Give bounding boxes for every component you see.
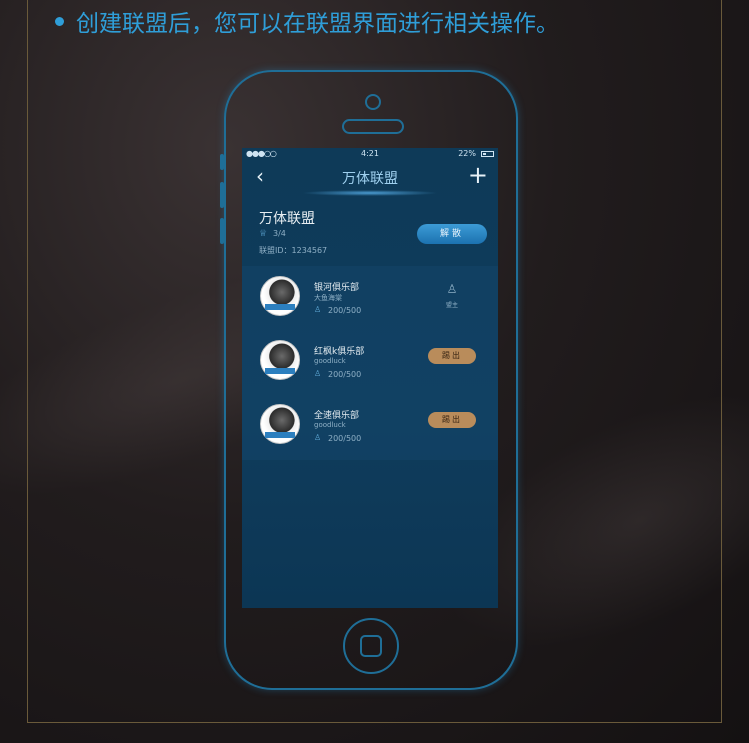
list-item[interactable]: 红枫k俱乐部 goodluck ♙ 200/500 踢出 bbox=[242, 330, 498, 394]
list-item[interactable]: 全速俱乐部 goodluck ♙ 200/500 踢出 bbox=[242, 394, 498, 458]
people-icon: ♙ bbox=[314, 433, 322, 442]
alliance-id: 联盟ID：1234567 bbox=[259, 246, 328, 255]
headline-text: 创建联盟后，您可以在联盟界面进行相关操作。 bbox=[76, 11, 559, 37]
club-avatar bbox=[260, 404, 300, 444]
home-button[interactable] bbox=[343, 618, 399, 674]
club-list: 银河俱乐部 大鱼海棠 ♙ 200/500 ♙ 盟主 红枫k俱乐部 goodluc… bbox=[242, 266, 498, 460]
club-member-count: 200/500 bbox=[328, 434, 362, 443]
battery-percent: 22% bbox=[458, 149, 476, 158]
kick-button[interactable]: 踢出 bbox=[428, 348, 476, 364]
club-avatar bbox=[260, 340, 300, 380]
status-bar: ●●●○○ 4:21 22% bbox=[242, 148, 498, 160]
nav-glow bbox=[302, 190, 438, 196]
club-name: 红枫k俱乐部 bbox=[314, 347, 365, 357]
bullet-icon bbox=[55, 16, 64, 26]
page-headline: 创建联盟后，您可以在联盟界面进行相关操作。 bbox=[55, 4, 559, 38]
volume-up-button bbox=[220, 182, 224, 208]
club-name: 全速俱乐部 bbox=[314, 411, 360, 421]
home-square-icon bbox=[360, 635, 382, 657]
club-member-count: 200/500 bbox=[328, 370, 362, 379]
alliance-name: 万体联盟 bbox=[259, 211, 315, 227]
club-owner: 大鱼海棠 bbox=[314, 294, 342, 302]
camera-icon bbox=[365, 94, 381, 110]
speaker-icon bbox=[342, 119, 404, 134]
kick-button[interactable]: 踢出 bbox=[428, 412, 476, 428]
leader-label: 盟主 bbox=[445, 302, 458, 309]
nav-bar: ‹ 万体联盟 + bbox=[242, 162, 498, 192]
alliance-info: 万体联盟 ♕ 3/4 联盟ID：1234567 解散 bbox=[242, 198, 498, 264]
disband-button[interactable]: 解散 bbox=[417, 224, 487, 244]
club-owner: goodluck bbox=[314, 421, 346, 429]
alliance-member-count: 3/4 bbox=[273, 229, 286, 238]
battery-icon bbox=[481, 151, 494, 157]
people-icon: ♙ bbox=[314, 305, 322, 314]
volume-down-button bbox=[220, 218, 224, 244]
club-name: 银河俱乐部 bbox=[314, 283, 360, 293]
badge-ribbon bbox=[265, 304, 295, 310]
club-member-count: 200/500 bbox=[328, 306, 362, 315]
nav-title: 万体联盟 bbox=[342, 171, 398, 187]
badge-ribbon bbox=[265, 368, 295, 374]
leader-person-icon: ♙ bbox=[446, 282, 458, 296]
people-icon: ♙ bbox=[314, 369, 322, 378]
club-avatar bbox=[260, 276, 300, 316]
members-icon: ♕ bbox=[259, 229, 268, 239]
badge-ribbon bbox=[265, 432, 295, 438]
app-screen: ●●●○○ 4:21 22% ‹ 万体联盟 + 万体联盟 ♕ 3/4 联盟ID：… bbox=[242, 148, 498, 608]
mute-switch bbox=[220, 154, 224, 170]
add-icon[interactable]: + bbox=[468, 162, 488, 188]
club-owner: goodluck bbox=[314, 357, 346, 365]
list-item[interactable]: 银河俱乐部 大鱼海棠 ♙ 200/500 ♙ 盟主 bbox=[242, 266, 498, 330]
